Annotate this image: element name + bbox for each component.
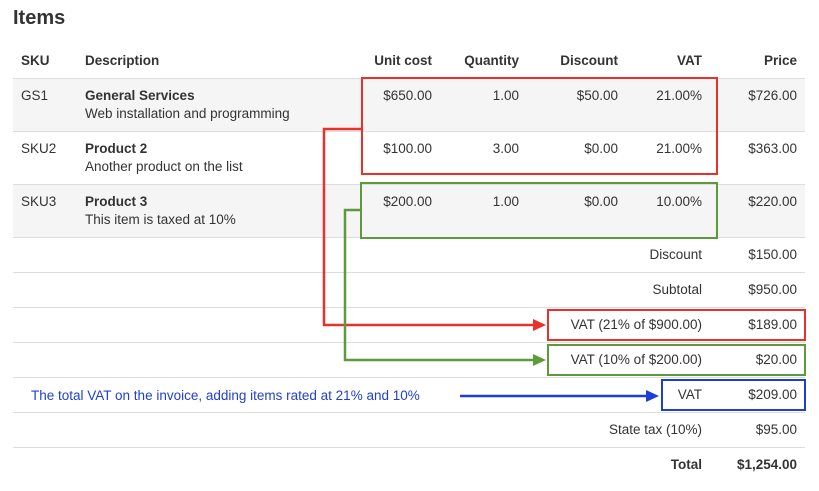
green-connector-line (343, 208, 534, 362)
vat-annotation-note: The total VAT on the invoice, adding ite… (31, 388, 420, 403)
green-arrowhead (533, 354, 546, 366)
blue-arrowhead (646, 390, 659, 402)
red-connector-line (322, 127, 534, 327)
red-arrowhead (533, 319, 546, 331)
connector-arrows (322, 127, 659, 402)
